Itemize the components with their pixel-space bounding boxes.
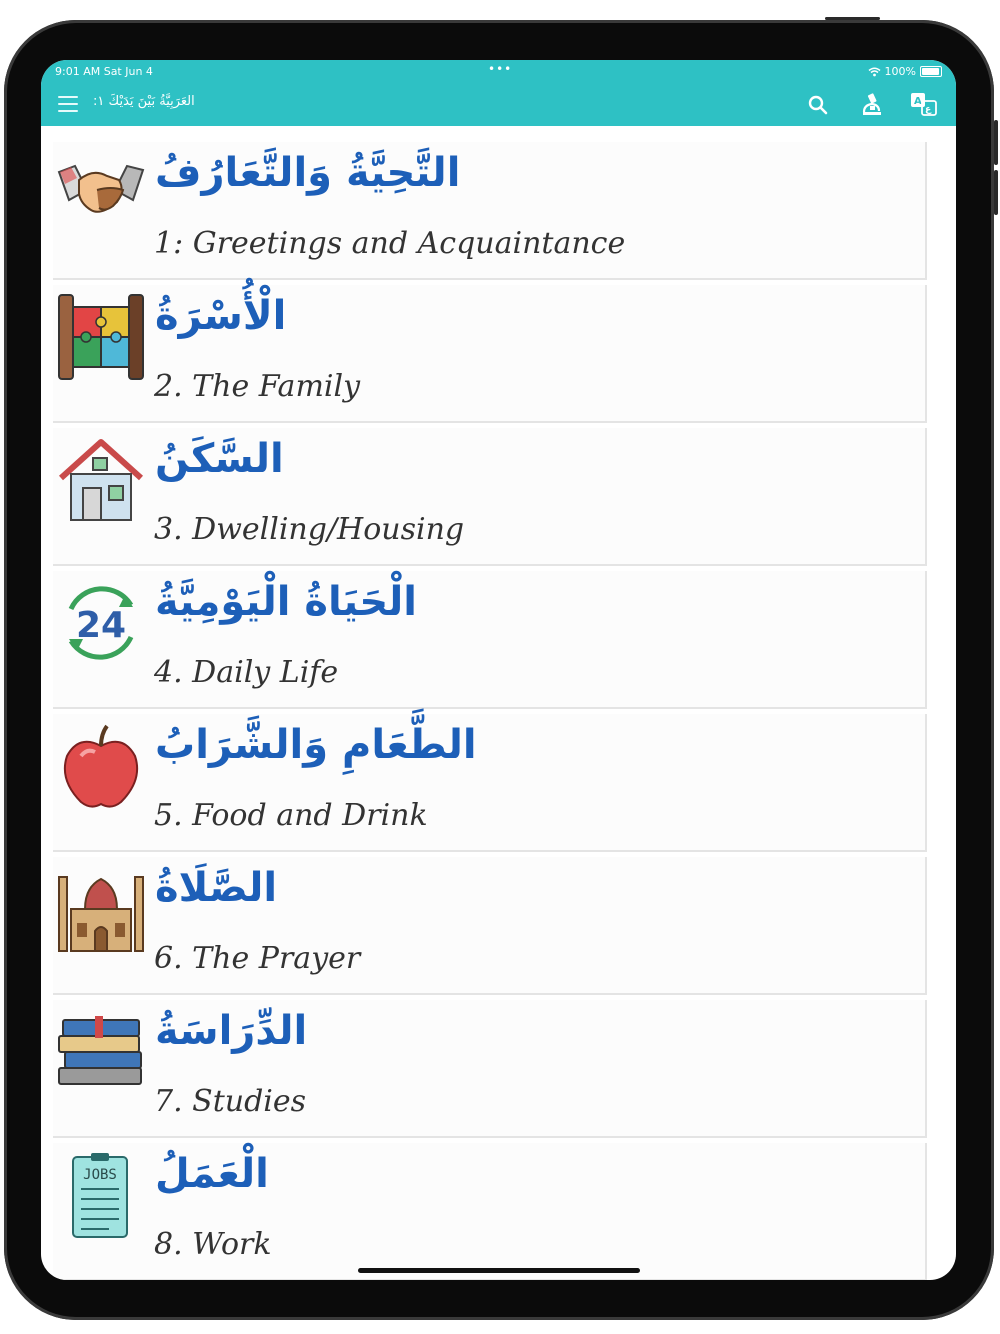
status-bar: 9:01 AM Sat Jun 4 ••• 100% bbox=[41, 60, 956, 82]
mosque-icon bbox=[58, 876, 144, 952]
home-indicator[interactable] bbox=[358, 1268, 640, 1273]
status-time: 9:01 AM Sat Jun 4 bbox=[55, 65, 153, 78]
lesson-english-title: 5. Food and Drink bbox=[154, 798, 428, 833]
top-button bbox=[825, 17, 880, 20]
handshake-icon bbox=[57, 164, 145, 213]
lesson-arabic-title: السَّكَنُ bbox=[155, 436, 284, 482]
app-header: 9:01 AM Sat Jun 4 ••• 100% العَرَبِيَّةُ… bbox=[41, 60, 956, 126]
lesson-arabic-title: الْحَيَاةُ الْيَوْمِيَّةُ bbox=[155, 579, 417, 625]
lesson-card[interactable]: الطَّعَامِ وَالشَّرَابُ 5. Food and Drin… bbox=[53, 714, 927, 852]
lesson-english-title: 3. Dwelling/Housing bbox=[154, 512, 465, 547]
lesson-arabic-title: الدِّرَاسَةُ bbox=[155, 1008, 308, 1054]
wifi-icon bbox=[868, 67, 881, 76]
volume-button bbox=[994, 120, 998, 165]
apple-icon bbox=[63, 724, 139, 808]
clock-24-text: 24 bbox=[76, 605, 126, 646]
app-title: العَرَبِيَّةُ بَيْنَ يَدَيْكَ ١: bbox=[93, 94, 195, 109]
volume-button bbox=[994, 170, 998, 215]
svg-text:ع: ع bbox=[925, 105, 932, 115]
jobs-clipboard-icon: JOBS bbox=[72, 1153, 128, 1238]
lesson-card[interactable]: السَّكَنُ 3. Dwelling/Housing bbox=[53, 428, 927, 566]
svg-text:A: A bbox=[914, 96, 922, 107]
lesson-arabic-title: الصَّلَاةُ bbox=[155, 865, 278, 911]
battery-percent: 100% bbox=[884, 65, 916, 78]
lesson-card[interactable]: الدِّرَاسَةُ 7. Studies bbox=[53, 1000, 927, 1138]
lesson-card[interactable]: 24 الْحَيَاةُ الْيَوْمِيَّةُ 4. Daily Li… bbox=[53, 571, 927, 709]
lesson-list: التَّحِيَّةُ وَالتَّعَارُفُ 1: Greetings… bbox=[53, 142, 927, 1280]
lesson-arabic-title: الْأُسْرَةُ bbox=[155, 293, 287, 339]
lesson-english-title: 7. Studies bbox=[154, 1084, 307, 1119]
lesson-english-title: 1: Greetings and Acquaintance bbox=[154, 226, 626, 261]
house-icon bbox=[58, 439, 144, 521]
lesson-arabic-title: الْعَمَلُ bbox=[155, 1151, 269, 1197]
books-icon bbox=[58, 1016, 142, 1085]
lesson-card[interactable]: التَّحِيَّةُ وَالتَّعَارُفُ 1: Greetings… bbox=[53, 142, 927, 280]
menu-icon[interactable] bbox=[58, 96, 78, 112]
clock-24-icon: 24 bbox=[68, 586, 134, 660]
lesson-english-title: 4. Daily Life bbox=[154, 655, 339, 690]
lab-icon[interactable] bbox=[857, 90, 887, 120]
lesson-card[interactable]: الْأُسْرَةُ 2. The Family bbox=[53, 285, 927, 423]
lesson-english-title: 6. The Prayer bbox=[154, 941, 361, 976]
battery-icon bbox=[920, 66, 942, 77]
lesson-card[interactable]: الصَّلَاةُ 6. The Prayer bbox=[53, 857, 927, 995]
toolbar: العَرَبِيَّةُ بَيْنَ يَدَيْكَ ١: Aع bbox=[41, 84, 956, 126]
lesson-arabic-title: التَّحِيَّةُ وَالتَّعَارُفُ bbox=[155, 150, 461, 196]
lesson-english-title: 2. The Family bbox=[154, 369, 361, 404]
puzzle-icon bbox=[58, 294, 144, 380]
status-right: 100% bbox=[868, 65, 942, 78]
lesson-english-title: 8. Work bbox=[154, 1227, 272, 1262]
lesson-arabic-title: الطَّعَامِ وَالشَّرَابُ bbox=[155, 722, 477, 768]
translate-icon[interactable]: Aع bbox=[909, 90, 939, 120]
multitask-dots[interactable]: ••• bbox=[488, 62, 512, 76]
jobs-text: JOBS bbox=[83, 1167, 117, 1183]
search-icon[interactable] bbox=[803, 90, 833, 120]
screen: 9:01 AM Sat Jun 4 ••• 100% العَرَبِيَّةُ… bbox=[41, 60, 956, 1280]
lesson-card[interactable]: JOBS الْعَمَلُ 8. Work bbox=[53, 1143, 927, 1280]
